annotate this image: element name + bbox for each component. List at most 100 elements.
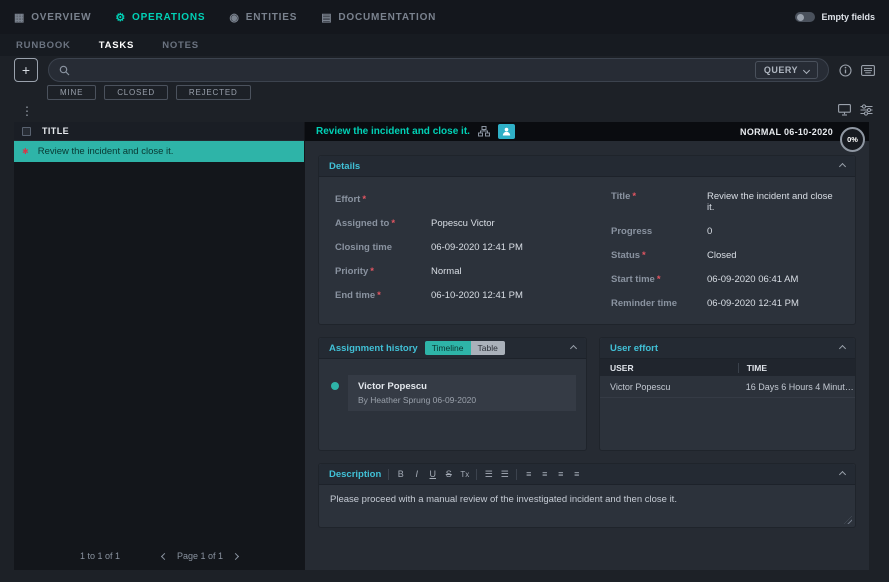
progress-value: 0% bbox=[847, 135, 858, 144]
prev-page-icon[interactable] bbox=[161, 552, 168, 559]
assign-user-button[interactable] bbox=[498, 124, 515, 139]
ordered-list-button[interactable]: ☰ bbox=[484, 469, 493, 480]
field-end-time-value[interactable]: 06-10-2020 12:41 PM bbox=[431, 290, 523, 301]
field-progress-value[interactable]: 0 bbox=[707, 226, 712, 237]
select-all-checkbox[interactable] bbox=[22, 127, 31, 136]
assignment-history-header: Assignment history Timeline Table bbox=[319, 338, 586, 359]
nav-documentation-label: DOCUMENTATION bbox=[338, 12, 436, 23]
strikethrough-button[interactable]: S bbox=[444, 469, 453, 479]
collapse-icon[interactable] bbox=[570, 344, 577, 351]
nav-operations-label: OPERATIONS bbox=[132, 12, 205, 23]
nav-item-overview[interactable]: ▦ OVERVIEW bbox=[14, 11, 91, 24]
required-asterisk: * bbox=[391, 218, 395, 229]
query-dropdown[interactable]: QUERY bbox=[755, 61, 818, 79]
effort-table-row[interactable]: Victor Popescu 16 Days 6 Hours 4 Minutes… bbox=[600, 376, 855, 398]
clear-formatting-button[interactable]: Tx bbox=[460, 470, 469, 479]
task-row[interactable]: ✱ Review the incident and close it. bbox=[14, 141, 304, 162]
collapse-icon[interactable] bbox=[839, 162, 846, 169]
empty-fields-control: Empty fields bbox=[795, 12, 875, 22]
sub-tabs: RUNBOOK TASKS NOTES bbox=[0, 34, 889, 56]
required-asterisk: * bbox=[632, 191, 636, 202]
required-asterisk: * bbox=[362, 194, 366, 205]
field-start-time-value[interactable]: 06-09-2020 06:41 AM bbox=[707, 274, 798, 285]
collapse-icon[interactable] bbox=[839, 344, 846, 351]
required-asterisk: * bbox=[642, 250, 646, 261]
filter-chip-mine[interactable]: MINE bbox=[47, 85, 96, 100]
toolbar: + QUERY bbox=[14, 58, 875, 82]
chevron-down-icon bbox=[803, 66, 810, 73]
person-icon bbox=[502, 127, 511, 136]
field-priority: Priority* Normal bbox=[335, 266, 563, 277]
info-icon[interactable] bbox=[839, 64, 852, 77]
align-center-button[interactable]: ≡ bbox=[540, 469, 549, 479]
nav-item-operations[interactable]: ⚙ OPERATIONS bbox=[115, 11, 205, 24]
empty-fields-label: Empty fields bbox=[821, 12, 875, 22]
task-list-panel: TITLE ✱ Review the incident and close it… bbox=[14, 122, 304, 570]
italic-button[interactable]: I bbox=[412, 469, 421, 479]
next-page-icon[interactable] bbox=[232, 552, 239, 559]
align-justify-button[interactable]: ≡ bbox=[572, 469, 581, 479]
timeline-entry: Victor Popescu By Heather Sprung 06-09-2… bbox=[348, 375, 576, 411]
filter-chip-rejected[interactable]: REJECTED bbox=[176, 85, 251, 100]
field-effort: Effort* bbox=[335, 191, 563, 205]
nav-entities-label: ENTITIES bbox=[246, 12, 297, 23]
details-card-header[interactable]: Details bbox=[319, 156, 855, 177]
effort-time: 16 Days 6 Hours 4 Minutes 4... bbox=[738, 382, 855, 392]
field-reminder-time-value[interactable]: 06-09-2020 12:41 PM bbox=[707, 298, 799, 309]
align-right-button[interactable]: ≡ bbox=[556, 469, 565, 479]
priority-flag-icon: ✱ bbox=[22, 148, 29, 156]
display-icon[interactable] bbox=[838, 104, 851, 116]
field-status: Status* Closed bbox=[611, 250, 839, 261]
add-task-button[interactable]: + bbox=[14, 58, 38, 82]
details-left-column: Effort* Assigned to* Popescu Victor Clos… bbox=[335, 191, 563, 322]
column-settings-icon[interactable] bbox=[860, 104, 873, 116]
documentation-icon: ▤ bbox=[321, 11, 332, 24]
operations-icon: ⚙ bbox=[115, 11, 126, 24]
field-progress: Progress 0 bbox=[611, 226, 839, 237]
unordered-list-button[interactable]: ☰ bbox=[500, 469, 509, 480]
view-tools bbox=[838, 104, 873, 116]
playbook-icon[interactable] bbox=[478, 126, 490, 137]
underline-button[interactable]: U bbox=[428, 469, 437, 479]
divider bbox=[516, 469, 517, 480]
app-root: ▦ OVERVIEW ⚙ OPERATIONS ◉ ENTITIES ▤ DOC… bbox=[0, 0, 889, 582]
timeline-toggle-button[interactable]: Timeline bbox=[425, 341, 471, 355]
tab-tasks[interactable]: TASKS bbox=[99, 40, 135, 51]
collapse-icon[interactable] bbox=[839, 470, 846, 477]
keyboard-icon[interactable] bbox=[861, 65, 875, 76]
tab-notes[interactable]: NOTES bbox=[162, 40, 199, 51]
kebab-menu-icon[interactable]: ⋮ bbox=[21, 103, 33, 120]
priority-and-due-date: NORMAL 06-10-2020 bbox=[740, 127, 833, 137]
field-title-value[interactable]: Review the incident and close it. bbox=[707, 191, 839, 213]
search-input[interactable] bbox=[78, 64, 747, 76]
field-priority-value[interactable]: Normal bbox=[431, 266, 462, 277]
description-editor[interactable]: Please proceed with a manual review of t… bbox=[319, 485, 855, 527]
toolbar-icons bbox=[839, 64, 875, 77]
nav-item-entities[interactable]: ◉ ENTITIES bbox=[229, 11, 297, 24]
assignee-name: Victor Popescu bbox=[358, 381, 566, 392]
field-status-value[interactable]: Closed bbox=[707, 250, 737, 261]
task-detail-panel: Review the incident and close it. NORMAL… bbox=[304, 122, 869, 570]
bold-button[interactable]: B bbox=[396, 469, 405, 479]
pagination: Page 1 of 1 bbox=[162, 551, 238, 561]
field-assigned-to-value[interactable]: Popescu Victor bbox=[431, 218, 495, 229]
nav-item-documentation[interactable]: ▤ DOCUMENTATION bbox=[321, 11, 436, 24]
search-bar: QUERY bbox=[48, 58, 829, 82]
filter-chip-closed[interactable]: CLOSED bbox=[104, 85, 168, 100]
entities-icon: ◉ bbox=[229, 11, 239, 24]
timeline-dot-icon bbox=[331, 382, 339, 390]
field-reminder-time: Reminder time 06-09-2020 12:41 PM bbox=[611, 298, 839, 309]
table-toggle-button[interactable]: Table bbox=[471, 341, 505, 355]
resize-grip-icon[interactable] bbox=[844, 516, 852, 524]
query-label: QUERY bbox=[764, 65, 798, 75]
effort-col-time: TIME bbox=[738, 363, 855, 373]
assignment-timeline: Victor Popescu By Heather Sprung 06-09-2… bbox=[319, 359, 586, 421]
tab-runbook[interactable]: RUNBOOK bbox=[16, 40, 71, 51]
field-closing-time-value[interactable]: 06-09-2020 12:41 PM bbox=[431, 242, 523, 253]
top-nav: ▦ OVERVIEW ⚙ OPERATIONS ◉ ENTITIES ▤ DOC… bbox=[0, 0, 889, 34]
align-left-button[interactable]: ≡ bbox=[524, 469, 533, 479]
task-title: Review the incident and close it. bbox=[316, 126, 470, 137]
list-tools-row: ⋮ bbox=[14, 103, 873, 120]
overview-icon: ▦ bbox=[14, 11, 25, 24]
empty-fields-toggle[interactable] bbox=[795, 12, 815, 22]
